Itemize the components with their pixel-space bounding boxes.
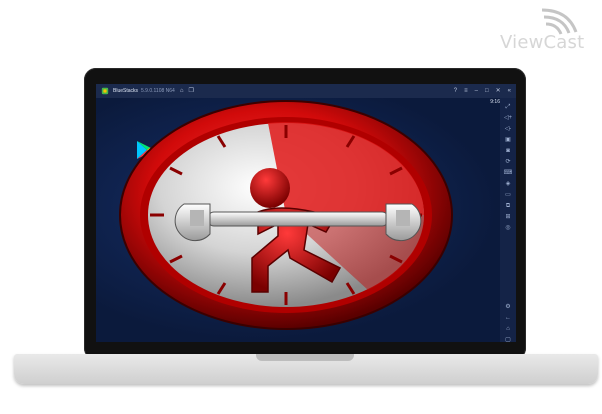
emulator-titlebar: BlueStacks 5.9.0.1108 N64 ⌂ ❐ ? ≡ – □ ✕ « [96,84,516,98]
layers-icon[interactable]: ❐ [188,88,193,94]
volume-down-icon[interactable]: ◁- [505,124,512,135]
watermark-text: ViewCast [500,32,585,53]
eco-mode-icon[interactable]: ◎ [505,223,510,234]
status-clock: 9:16 [490,99,500,105]
multi-instance-icon[interactable]: ⧉ [506,201,510,212]
app-title: BlueStacks 5.9.0.1108 N64 [113,88,175,94]
close-icon[interactable]: ✕ [496,88,501,94]
window-controls: ? ≡ – □ ✕ « [447,88,516,94]
menu-icon[interactable]: ≡ [464,88,468,94]
rotate-icon[interactable]: ⟳ [505,157,510,168]
bluestacks-logo-icon [101,87,109,95]
macro-icon[interactable]: ⊞ [505,212,510,223]
speed-repair-icon [119,100,453,330]
fullscreen-icon[interactable]: ⤢ [506,102,511,113]
app-name: BlueStacks [113,88,139,94]
maximize-icon[interactable]: □ [485,88,489,94]
screen-record-icon[interactable]: ▣ [505,135,511,146]
help-icon[interactable]: ? [454,88,457,94]
collapse-icon[interactable]: « [508,88,511,94]
viewcast-watermark: ViewCast [500,6,596,54]
folder-icon[interactable]: ▭ [505,190,511,201]
settings-icon[interactable]: ⚙ [505,302,510,313]
keyboard-icon[interactable]: ⌨ [504,168,513,179]
back-icon[interactable]: ← [505,313,511,324]
home-icon[interactable]: ⌂ [180,88,184,94]
minimize-icon[interactable]: – [475,88,478,94]
emulator-sidebar: ⤢ ◁+ ◁- ▣ ◙ ⟳ ⌨ ◈ ▭ ⧉ ⊞ ◎ ⚙ ← ⌂ ▢ [500,98,516,342]
gamepad-icon[interactable]: ◈ [506,179,511,190]
home-nav-icon[interactable]: ⌂ [506,324,510,335]
laptop-notch [256,354,354,361]
volume-up-icon[interactable]: ◁+ [504,113,512,124]
app-version: 5.9.0.1108 N64 [141,88,175,94]
screenshot-icon[interactable]: ◙ [506,146,510,157]
recents-icon[interactable]: ▢ [505,335,511,342]
